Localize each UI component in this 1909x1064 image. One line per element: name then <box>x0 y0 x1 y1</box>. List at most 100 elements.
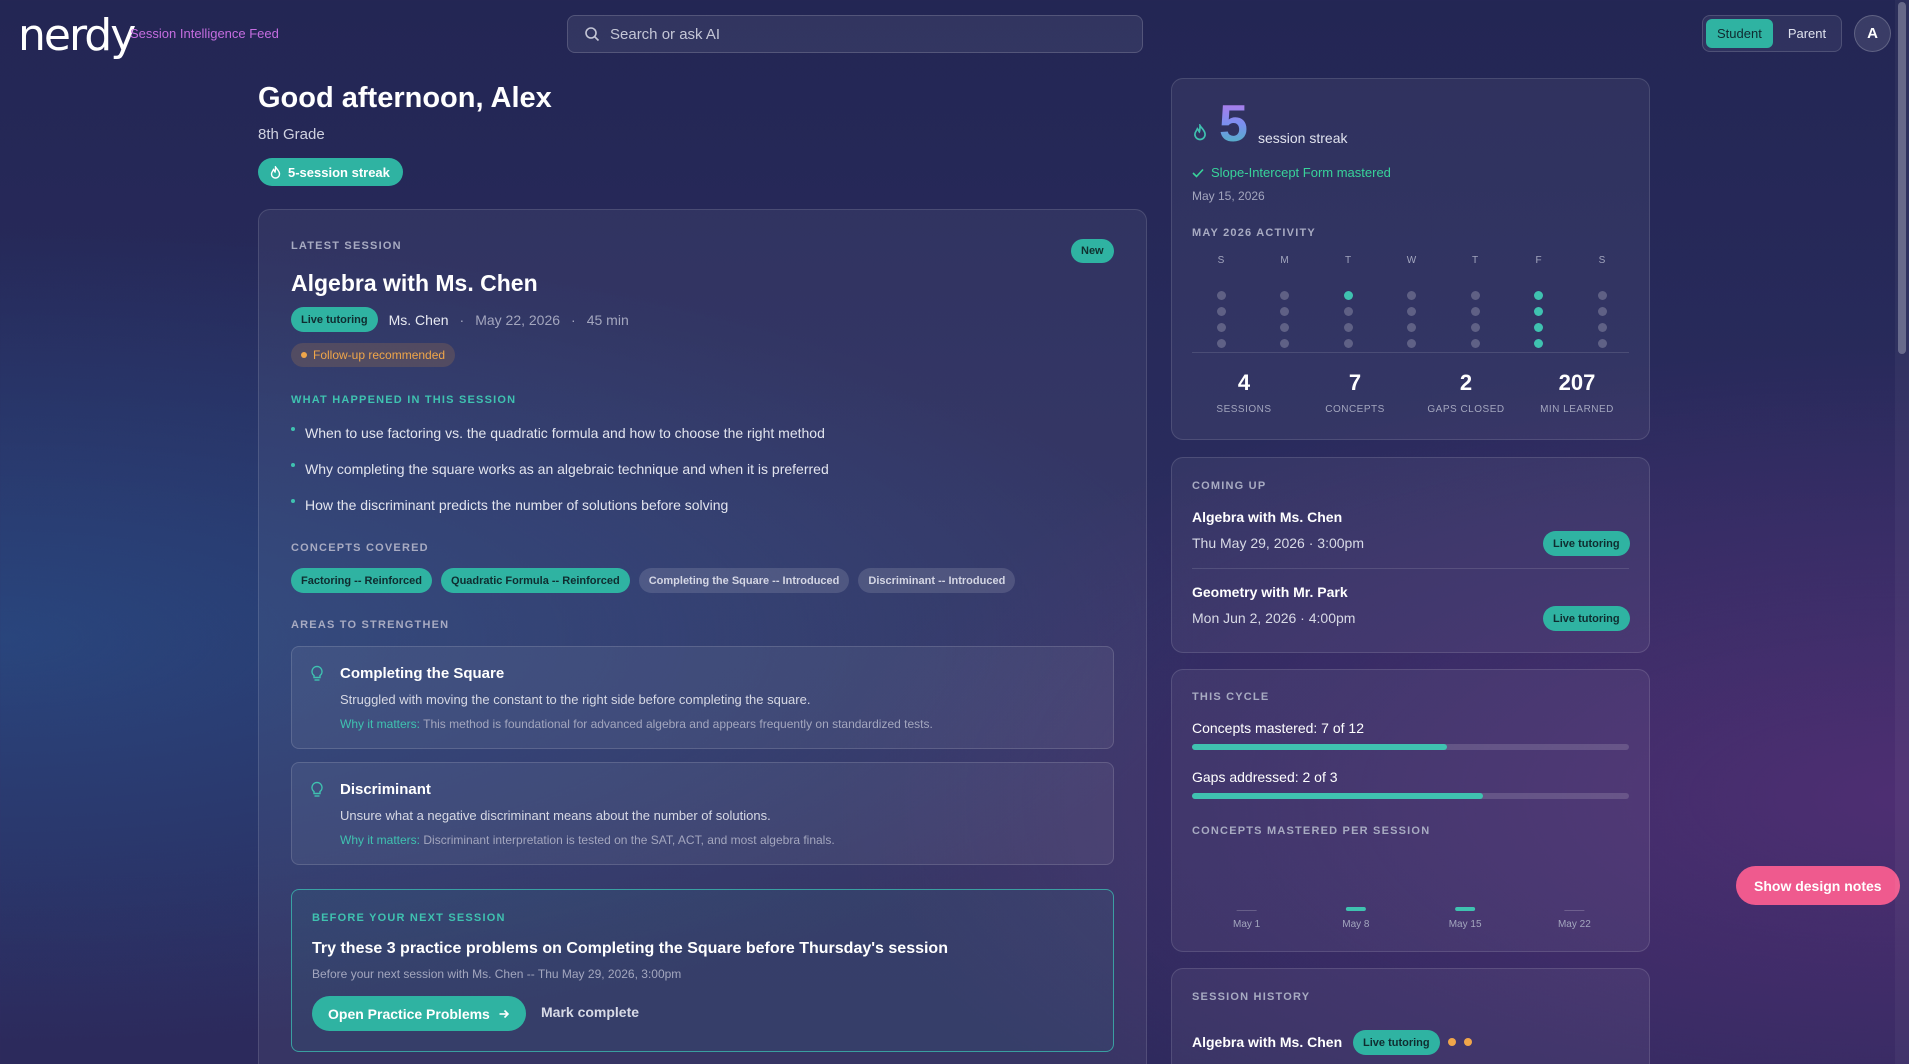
areas-label: AREAS TO STRENGTHEN <box>291 619 450 631</box>
why-key: Why it matters: <box>340 833 421 847</box>
stat-concepts: 7 CONCEPTS <box>1300 370 1410 415</box>
area-why: Why it matters: This method is foundatio… <box>340 717 933 731</box>
area-card-discriminant[interactable]: Discriminant Unsure what a negative disc… <box>291 762 1114 865</box>
concept-tag[interactable]: Discriminant -- Introduced <box>858 568 1016 593</box>
calendar-dot <box>1407 307 1416 316</box>
lightbulb-icon <box>311 665 323 681</box>
calendar-dot <box>1597 323 1607 332</box>
stat-label: GAPS CLOSED <box>1427 404 1505 415</box>
nerdy-logo[interactable]: nerdy <box>18 10 136 61</box>
page-title: Good afternoon, Alex <box>258 82 552 114</box>
area-card-completing-square[interactable]: Completing the Square Struggled with mov… <box>291 646 1114 749</box>
app-subtitle: Session Intelligence Feed <box>130 26 279 41</box>
concept-tag[interactable]: Completing the Square -- Introduced <box>638 568 850 593</box>
concept-tag[interactable]: Quadratic Formula -- Reinforced <box>441 568 630 593</box>
followup-badge: Follow-up recommended <box>291 343 456 367</box>
calendar-dot <box>1407 323 1416 332</box>
list-item: How the discriminant predicts the number… <box>291 495 1111 531</box>
calendar-day-label: F <box>1535 255 1542 266</box>
prep-subtitle: Before your next session with Ms. Chen -… <box>312 967 682 981</box>
toggle-student[interactable]: Student <box>1706 19 1773 48</box>
warning-dot-icon <box>301 352 307 358</box>
calendar-day-label: T <box>1471 255 1479 266</box>
check-icon <box>1192 168 1204 178</box>
why-key: Why it matters: <box>340 717 421 731</box>
session-meta: Live tutoring Ms. Chen · May 22, 2026 · … <box>291 307 629 332</box>
flame-icon <box>270 165 281 179</box>
concepts-label: CONCEPTS COVERED <box>291 542 429 554</box>
coming-up-label: COMING UP <box>1192 480 1267 492</box>
search-input[interactable] <box>610 25 1110 43</box>
search-bar[interactable] <box>567 15 1143 53</box>
area-why: Why it matters: Discriminant interpretat… <box>340 833 835 847</box>
toggle-parent[interactable]: Parent <box>1777 19 1837 48</box>
progress-fill <box>1192 793 1484 799</box>
chart-title: CONCEPTS MASTERED PER SESSION <box>1192 825 1431 837</box>
arrow-right-icon <box>499 1009 509 1018</box>
concept-tag[interactable]: Factoring -- Reinforced <box>291 568 433 593</box>
session-history-label: SESSION HISTORY <box>1192 991 1311 1003</box>
mark-complete-button[interactable]: Mark complete <box>541 1004 639 1020</box>
stat-value: 7 <box>1348 370 1362 395</box>
concepts-progress-bar <box>1192 744 1629 750</box>
upcoming-session-date: Mon Jun 2, 2026 · 4:00pm <box>1192 610 1356 626</box>
area-title: Completing the Square <box>340 665 505 682</box>
gaps-progress-bar <box>1192 793 1629 799</box>
stat-value: 4 <box>1237 370 1251 395</box>
calendar-day-label: W <box>1406 255 1417 266</box>
activity-label: MAY 2026 ACTIVITY <box>1192 227 1316 239</box>
calendar-dot <box>1597 307 1607 316</box>
divider <box>1192 352 1629 353</box>
calendar-day-label: M <box>1280 255 1289 266</box>
stat-value: 2 <box>1459 370 1473 395</box>
concepts-mastered-text: Concepts mastered: 7 of 12 <box>1192 720 1364 736</box>
calendar-dot <box>1407 291 1416 300</box>
streak-count: 5 <box>1219 95 1248 153</box>
chart-tick-label: May 22 <box>1558 919 1591 930</box>
streak-badge: 5-session streak <box>258 158 403 186</box>
calendar-day-label: S <box>1598 255 1606 266</box>
chart-bar <box>1345 907 1366 911</box>
mastered-note: Slope-Intercept Form mastered <box>1192 165 1391 180</box>
area-title: Discriminant <box>340 781 431 798</box>
calendar-dot <box>1216 323 1226 332</box>
history-session-title[interactable]: Algebra with Ms. Chen <box>1192 1034 1342 1050</box>
chart-bar <box>1236 910 1257 911</box>
calendar-dot <box>1343 323 1353 332</box>
divider <box>1192 568 1629 569</box>
upcoming-session-title[interactable]: Geometry with Mr. Park <box>1192 584 1348 600</box>
meta-separator: · <box>571 311 576 328</box>
area-desc: Unsure what a negative discriminant mean… <box>340 808 771 823</box>
calendar-dot-active <box>1534 291 1543 300</box>
concepts-per-session-chart: May 1 May 8 May 15 May 22 <box>1233 907 1591 930</box>
upcoming-session-tag: Live tutoring <box>1543 606 1630 631</box>
calendar-dot <box>1280 291 1289 300</box>
status-dot-icon <box>1448 1038 1456 1046</box>
avatar[interactable]: A <box>1854 15 1891 52</box>
chart-tick-label: May 1 <box>1233 919 1261 930</box>
mastered-date: May 15, 2026 <box>1192 189 1265 203</box>
happened-label: WHAT HAPPENED IN THIS SESSION <box>291 394 517 406</box>
prep-title: Try these 3 practice problems on Complet… <box>312 940 948 957</box>
stat-value: 207 <box>1558 370 1596 395</box>
stat-label: MIN LEARNED <box>1540 404 1614 415</box>
grade-label: 8th Grade <box>258 126 325 143</box>
calendar-dot <box>1470 291 1480 300</box>
calendar-day-label: S <box>1217 255 1225 266</box>
scrollbar-thumb[interactable] <box>1898 2 1906 354</box>
latest-session-label: LATEST SESSION <box>291 240 402 252</box>
open-practice-button[interactable]: Open Practice Problems <box>312 996 526 1031</box>
role-toggle[interactable]: Student Parent <box>1702 15 1842 52</box>
open-practice-label: Open Practice Problems <box>328 1005 490 1022</box>
show-design-notes-button[interactable]: Show design notes <box>1736 866 1900 905</box>
mastered-text: Slope-Intercept Form mastered <box>1211 165 1391 180</box>
stat-label: SESSIONS <box>1216 404 1272 415</box>
status-dot-icon <box>1464 1038 1472 1046</box>
calendar-dot-active <box>1343 291 1353 300</box>
followup-text: Follow-up recommended <box>313 348 446 362</box>
this-cycle-label: THIS CYCLE <box>1192 691 1270 703</box>
calendar-day-label: T <box>1344 255 1352 266</box>
calendar-dot <box>1216 291 1226 300</box>
happened-list: When to use factoring vs. the quadratic … <box>291 423 1111 531</box>
upcoming-session-title[interactable]: Algebra with Ms. Chen <box>1192 509 1342 525</box>
